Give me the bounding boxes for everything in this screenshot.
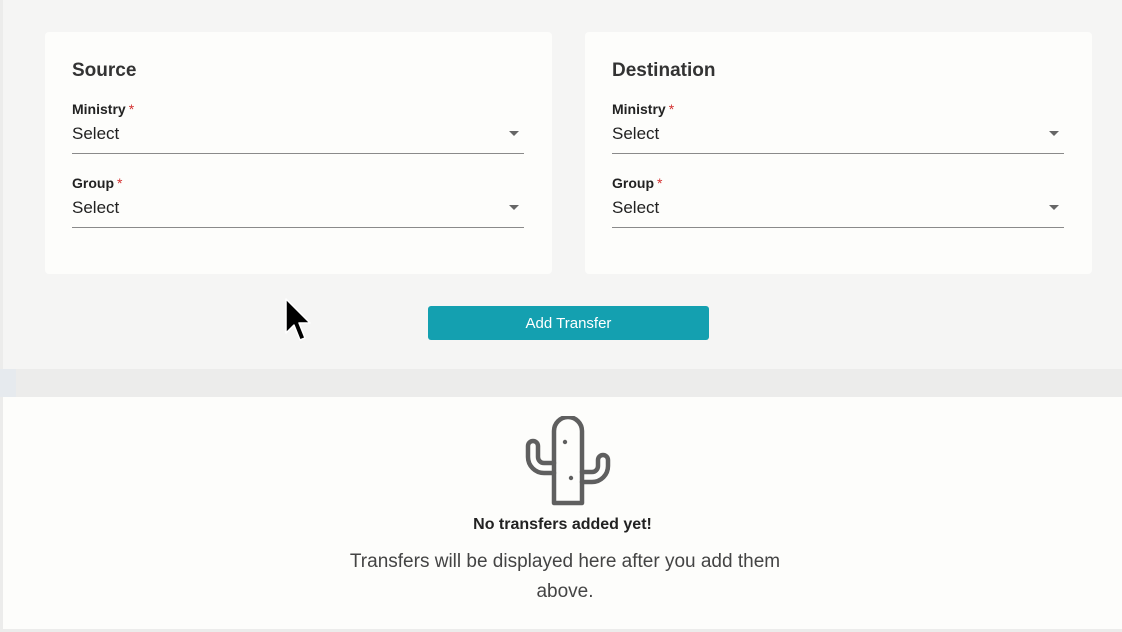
source-title: Source (72, 60, 137, 81)
required-marker: * (117, 175, 123, 191)
destination-ministry-select[interactable]: Ministry * Select (612, 101, 1064, 154)
empty-state-title: No transfers added yet! (473, 516, 652, 533)
cactus-icon (525, 416, 611, 506)
chevron-down-icon[interactable] (509, 205, 519, 210)
section-divider (0, 369, 16, 397)
source-group-label: Group * (72, 175, 123, 191)
source-group-value: Select (72, 198, 120, 217)
destination-ministry-label: Ministry * (612, 101, 675, 117)
source-ministry-label: Ministry * (72, 101, 135, 117)
destination-group-value: Select (612, 198, 660, 217)
source-card: Source Ministry * Select Group * Select (45, 32, 552, 274)
destination-ministry-value: Select (612, 124, 660, 143)
destination-group-select[interactable]: Group * Select (612, 175, 1064, 228)
destination-title: Destination (612, 60, 716, 81)
destination-card: Destination Ministry * Select Group * Sele… (585, 32, 1092, 274)
chevron-down-icon[interactable] (509, 131, 519, 136)
destination-group-label: Group * (612, 175, 663, 191)
required-marker: * (657, 175, 663, 191)
required-marker: * (128, 101, 135, 117)
add-transfer-button[interactable]: Add Transfer (428, 306, 709, 340)
source-ministry-value: Select (72, 124, 120, 143)
source-group-select[interactable]: Group * Select (72, 175, 524, 228)
empty-state-description: Transfers will be displayed here after y… (349, 551, 781, 602)
source-ministry-select[interactable]: Ministry * Select (72, 101, 524, 154)
chevron-down-icon[interactable] (1049, 205, 1059, 210)
transfers-list-panel: No transfers added yet! Transfers will b… (3, 397, 1122, 629)
chevron-down-icon[interactable] (1049, 131, 1059, 136)
transfer-form-panel: Source Ministry * Select Group * Select De… (3, 0, 1122, 369)
required-marker: * (668, 101, 675, 117)
